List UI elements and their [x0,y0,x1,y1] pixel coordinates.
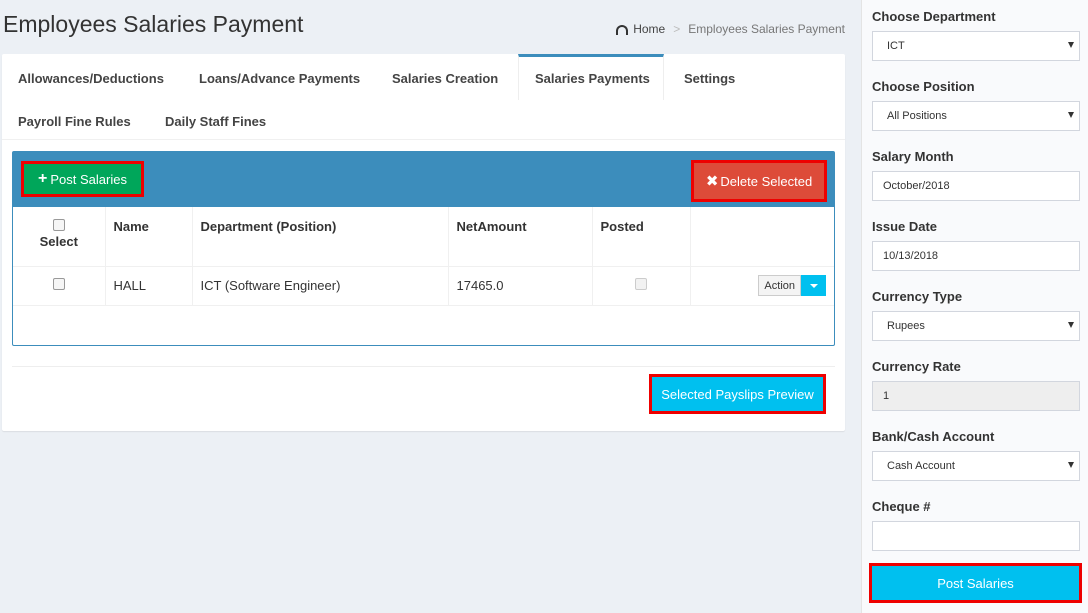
issue-date-input[interactable]: 10/13/2018 [872,241,1080,271]
tab-bar: Allowances/Deductions Loans/Advance Paym… [2,54,845,140]
cheque-label: Cheque # [872,499,931,514]
page-title: Employees Salaries Payment [3,11,304,37]
netamount-column-header[interactable]: NetAmount [448,207,593,267]
department-column-header[interactable]: Department (Position) [192,207,449,267]
currency-rate-input: 1 [872,381,1080,411]
caret-down-icon [809,283,818,288]
main-box: Allowances/Deductions Loans/Advance Paym… [2,54,845,431]
table-row: HALL ICT (Software Engineer) 17465.0 Act… [13,266,834,306]
salaries-panel: + Post Salaries ✖ Delete Selected Select… [12,151,835,346]
dropdown-arrow-icon [1068,462,1074,468]
times-icon: ✖ [705,173,719,190]
filter-sidebar: Choose Department ICT Choose Position Al… [861,0,1088,613]
currency-type-select[interactable]: Rupees [872,311,1080,341]
tab-payroll-fine-rules[interactable]: Payroll Fine Rules [18,114,131,129]
breadcrumb-current: Employees Salaries Payment [688,22,845,36]
panel-toolbar: + Post Salaries ✖ Delete Selected [13,152,834,207]
breadcrumb-separator: > [673,22,681,36]
action-caret-button[interactable] [801,275,826,296]
row-posted-checkbox [635,278,647,290]
actions-column-header [690,207,834,267]
select-column-label: Select [39,234,78,249]
row-select-checkbox[interactable] [52,278,65,290]
position-label: Choose Position [872,79,975,94]
row-actions-cell: Action [690,266,834,306]
currency-type-label: Currency Type [872,289,963,304]
row-department: ICT (Software Engineer) [192,266,449,306]
department-label: Choose Department [872,9,996,24]
dropdown-arrow-icon [1068,322,1074,328]
bank-account-value: Cash Account [887,460,955,472]
dashboard-icon [616,25,629,35]
delete-selected-button[interactable]: ✖ Delete Selected [691,160,827,202]
action-dropdown[interactable]: Action [758,275,826,296]
plus-icon: + [38,170,48,187]
department-select[interactable]: ICT [872,31,1080,61]
sidebar-post-salaries-button[interactable]: Post Salaries [869,563,1082,603]
tab-salaries-payments[interactable]: Salaries Payments [518,54,664,100]
footer-divider [12,366,835,367]
salaries-table: Select Name Department (Position) NetAmo… [13,207,834,306]
bank-account-label: Bank/Cash Account [872,429,995,444]
row-select-cell [13,266,106,306]
dropdown-arrow-icon [1068,112,1074,118]
table-header-row: Select Name Department (Position) NetAmo… [13,207,834,267]
tab-settings[interactable]: Settings [684,71,735,86]
action-button[interactable]: Action [758,275,801,296]
department-value: ICT [887,40,905,52]
row-net-amount: 17465.0 [448,266,593,306]
tab-salaries-creation[interactable]: Salaries Creation [392,71,498,86]
delete-selected-label: Delete Selected [720,173,813,189]
cheque-input[interactable] [872,521,1080,551]
posted-column-header[interactable]: Posted [592,207,691,267]
dropdown-arrow-icon [1068,42,1074,48]
tab-allowances-deductions[interactable]: Allowances/Deductions [18,71,164,86]
name-column-header[interactable]: Name [105,207,193,267]
salary-month-label: Salary Month [872,149,954,164]
salary-month-input[interactable]: October/2018 [872,171,1080,201]
row-posted-cell [592,266,691,306]
currency-rate-label: Currency Rate [872,359,961,374]
tab-loans-advance-payments[interactable]: Loans/Advance Payments [199,71,360,86]
row-name: HALL [105,266,193,306]
position-value: All Positions [887,110,947,122]
post-salaries-label: Post Salaries [50,171,127,187]
issue-date-label: Issue Date [872,219,938,234]
select-column-header: Select [13,207,106,267]
breadcrumb: Home > Employees Salaries Payment [616,22,845,36]
post-salaries-button[interactable]: + Post Salaries [21,161,144,197]
bank-account-select[interactable]: Cash Account [872,451,1080,481]
selected-payslips-preview-button[interactable]: Selected Payslips Preview [649,374,826,414]
tab-daily-staff-fines[interactable]: Daily Staff Fines [165,114,266,129]
position-select[interactable]: All Positions [872,101,1080,131]
breadcrumb-home[interactable]: Home [633,22,665,36]
currency-type-value: Rupees [887,320,925,332]
select-all-checkbox[interactable] [52,219,65,231]
